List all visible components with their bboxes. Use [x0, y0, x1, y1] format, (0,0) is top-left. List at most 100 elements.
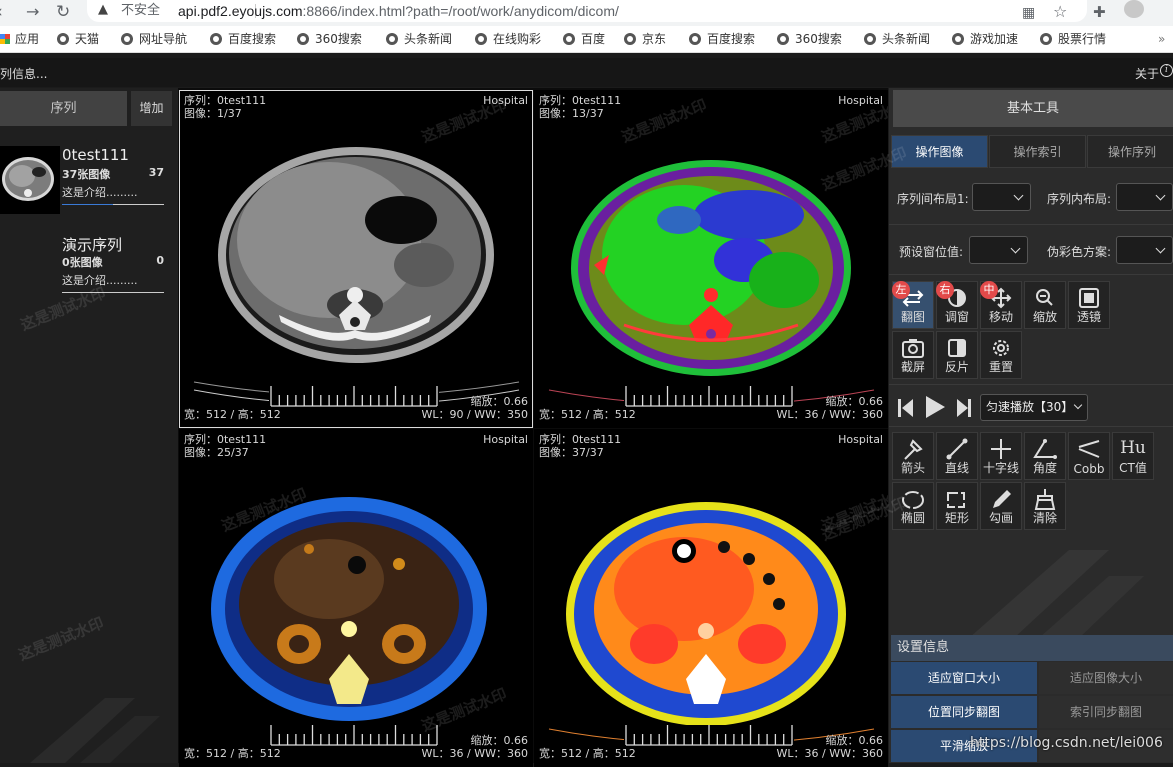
- series-image-count: 0张图像: [62, 256, 103, 269]
- size-label: 宽：512 / 高：512: [184, 747, 281, 760]
- crosshair-icon: [991, 439, 1011, 459]
- play-icon[interactable]: [923, 394, 947, 420]
- bookmark[interactable]: 360搜索: [297, 32, 362, 47]
- zoom-label: 缩放：0.66: [825, 395, 884, 408]
- clear-tool[interactable]: 清除: [1024, 482, 1066, 530]
- globe-icon: [1040, 33, 1052, 45]
- reset-tool[interactable]: 重置: [980, 331, 1022, 379]
- reload-icon[interactable]: ↻: [56, 2, 70, 22]
- about-link[interactable]: 关于: [1135, 65, 1159, 82]
- bookmark[interactable]: 百度: [563, 32, 605, 47]
- index-sync-button[interactable]: 索引同步翻图: [1039, 696, 1173, 728]
- divider: [889, 224, 1173, 225]
- draw-tool[interactable]: 勾画: [980, 482, 1022, 530]
- logo-watermark: [30, 698, 160, 763]
- warning-icon: ▲: [98, 2, 108, 17]
- zoom-label: 缩放：0.66: [825, 734, 884, 747]
- wlww-label: WL：36 / WW：360: [421, 747, 528, 760]
- forward-icon[interactable]: →: [26, 2, 39, 22]
- line-tool[interactable]: 直线: [936, 432, 978, 480]
- preset-wl-label: 预设窗位值:: [899, 245, 964, 259]
- info-icon[interactable]: i: [1160, 64, 1173, 77]
- bookmark[interactable]: 头条新闻: [864, 32, 930, 47]
- ct-value-tool[interactable]: Hu CT值: [1112, 432, 1154, 480]
- cobb-tool[interactable]: Cobb: [1068, 432, 1110, 480]
- bookmark[interactable]: 游戏加速: [952, 32, 1018, 47]
- bookmark-apps[interactable]: 应用: [0, 32, 39, 47]
- ct-slice-image: [193, 147, 520, 407]
- bookmark[interactable]: 百度搜索: [689, 32, 755, 47]
- series-intro: 这是介绍.........: [62, 186, 138, 199]
- globe-icon: [952, 33, 964, 45]
- viewport-2[interactable]: 序列：0test111 图像：13/37 Hospital 这是测试水印 这是测…: [534, 90, 888, 428]
- viewport-3[interactable]: 序列：0test111 图像：25/37 Hospital 这是测试水印 这是测…: [179, 429, 533, 767]
- series-label: 序列：0test111: [539, 94, 622, 107]
- bookmark[interactable]: 在线购彩: [475, 32, 541, 47]
- tab-operate-series[interactable]: 操作序列: [1087, 135, 1173, 168]
- profile-avatar[interactable]: [1124, 0, 1144, 18]
- back-icon[interactable]: ‹: [0, 2, 3, 22]
- angle-tool[interactable]: 角度: [1024, 432, 1066, 480]
- qr-icon[interactable]: ▦: [1022, 3, 1035, 23]
- bookmarks-overflow-icon[interactable]: »: [1158, 32, 1165, 47]
- zoom-tool[interactable]: 缩放: [1024, 281, 1066, 329]
- series-item[interactable]: 0test111 37张图像 37 这是介绍.........: [0, 146, 170, 216]
- extensions-icon[interactable]: ✚: [1093, 2, 1106, 22]
- cobb-icon: [1078, 440, 1100, 458]
- bookmark[interactable]: 百度搜索: [210, 32, 276, 47]
- viewport-4[interactable]: 序列：0test111 图像：37/37 Hospital 这是测试水印 缩放：…: [534, 429, 888, 767]
- basic-tools-header[interactable]: 基本工具: [893, 90, 1173, 127]
- scroll-tool[interactable]: 左 翻图: [892, 281, 934, 329]
- fit-image-button[interactable]: 适应图像大小: [1039, 662, 1173, 694]
- arrow-tool[interactable]: 箭头: [892, 432, 934, 480]
- pan-tool[interactable]: 中 移动: [980, 281, 1022, 329]
- series-layout-select[interactable]: [972, 183, 1031, 211]
- series-info-text: 列信息...: [0, 67, 48, 81]
- chevron-down-icon: [1073, 400, 1083, 410]
- divider: [889, 274, 1173, 275]
- lens-tool[interactable]: 透镜: [1068, 281, 1110, 329]
- divider: [889, 426, 1173, 427]
- url-text: api.pdf2.eyoujs.com:8866/index.html?path…: [178, 3, 619, 19]
- play-mode-select[interactable]: 匀速播放【30】: [980, 394, 1088, 421]
- bookmark[interactable]: 网址导航: [121, 32, 187, 47]
- screenshot-tool[interactable]: 截屏: [892, 331, 934, 379]
- globe-icon: [689, 33, 701, 45]
- tab-series[interactable]: 序列: [0, 91, 127, 126]
- next-frame-icon[interactable]: [956, 397, 972, 419]
- viewport-1[interactable]: 序列：0test111 图像：1/37 Hospital 这是测试水印 缩放：0…: [179, 90, 533, 428]
- bookmark[interactable]: 京东: [624, 32, 666, 47]
- globe-icon: [624, 33, 636, 45]
- fit-window-button[interactable]: 适应窗口大小: [891, 662, 1037, 694]
- window-level-tool[interactable]: 右 调窗: [936, 281, 978, 329]
- magnifier-icon: [1036, 289, 1053, 306]
- preset-wl-select[interactable]: [969, 236, 1028, 264]
- prev-frame-icon[interactable]: [898, 397, 914, 419]
- add-series-button[interactable]: 增加: [131, 91, 172, 126]
- settings-header: 设置信息: [891, 635, 1173, 661]
- star-icon[interactable]: ☆: [1053, 2, 1067, 22]
- globe-icon: [864, 33, 876, 45]
- inner-layout-select[interactable]: [1116, 183, 1173, 211]
- tab-operate-index[interactable]: 操作索引: [989, 135, 1086, 168]
- invert-tool[interactable]: 反片: [936, 331, 978, 379]
- security-label: 不安全: [121, 3, 161, 18]
- image-index: 图像：1/37: [184, 107, 242, 120]
- pseudo-color-select[interactable]: [1116, 236, 1173, 264]
- bookmark[interactable]: 360搜索: [777, 32, 842, 47]
- series-progress: [62, 204, 164, 205]
- address-bar[interactable]: ▲ 不安全 api.pdf2.eyoujs.com:8866/index.htm…: [87, 0, 1087, 22]
- pseudo-color-label: 伪彩色方案:: [1047, 245, 1112, 259]
- position-sync-button[interactable]: 位置同步翻图: [891, 696, 1037, 728]
- rectangle-tool[interactable]: 矩形: [936, 482, 978, 530]
- globe-icon: [386, 33, 398, 45]
- bookmark[interactable]: 头条新闻: [386, 32, 452, 47]
- series-number: 37: [148, 166, 164, 179]
- size-label: 宽：512 / 高：512: [539, 747, 636, 760]
- hospital-label: Hospital: [838, 433, 883, 446]
- bookmarks-bar: 应用 天猫 网址导航 百度搜索 360搜索 头条新闻 在线购彩 百度 京东 百度…: [0, 26, 1173, 53]
- crosshair-tool[interactable]: 十字线: [980, 432, 1022, 480]
- bookmark[interactable]: 股票行情: [1040, 32, 1106, 47]
- image-index: 图像：25/37: [184, 446, 249, 459]
- bookmark[interactable]: 天猫: [57, 32, 99, 47]
